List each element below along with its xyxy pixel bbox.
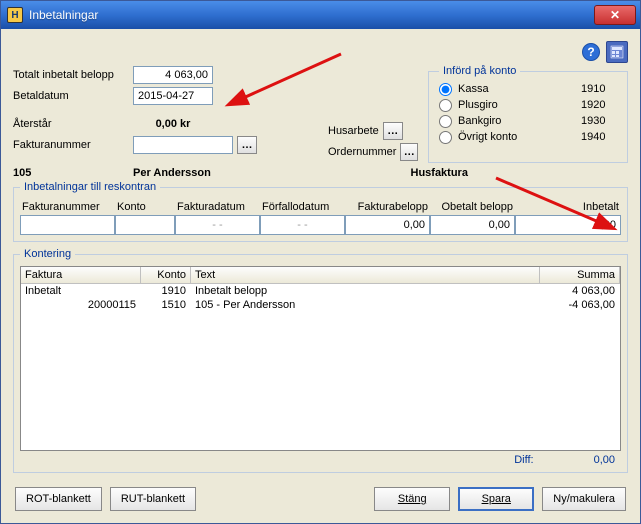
col-fakturabelopp: Fakturabelopp (345, 199, 430, 215)
stang-button[interactable]: Stäng (374, 487, 450, 511)
ordernummer-browse-button[interactable]: … (400, 143, 418, 161)
fakturanummer-field[interactable] (133, 136, 233, 154)
cell-inbetalt[interactable]: 0,00 (515, 215, 621, 235)
kcol-summa[interactable]: Summa (540, 267, 620, 283)
kcol-faktura[interactable]: Faktura (21, 267, 141, 283)
radio-bankgiro[interactable] (439, 115, 452, 128)
husarbete-label: Husarbete (328, 125, 379, 137)
betaldatum-label: Betaldatum (13, 90, 133, 102)
col-inbetalt: Inbetalt (515, 199, 621, 215)
rut-blankett-button[interactable]: RUT-blankett (110, 487, 196, 511)
kcol-konto[interactable]: Konto (141, 267, 191, 283)
selected-type: Husfaktura (351, 167, 629, 179)
cell-konto[interactable] (115, 215, 175, 235)
spara-button[interactable]: Spara (458, 487, 534, 511)
close-button[interactable]: ✕ (594, 5, 636, 25)
cell-forfallodatum[interactable]: - - (260, 215, 345, 235)
col-obetalt: Obetalt belopp (430, 199, 515, 215)
kontering-table[interactable]: Faktura Konto Text Summa Inbetalt 1910 I… (20, 266, 621, 451)
fakturanummer-label: Fakturanummer (13, 139, 133, 151)
table-row[interactable]: Inbetalt 1910 Inbetalt belopp 4 063,00 (21, 284, 620, 298)
help-icon[interactable]: ? (582, 43, 600, 61)
calculator-icon[interactable] (606, 41, 628, 63)
cell-fakturadatum[interactable]: - - (175, 215, 260, 235)
cell-fakturabelopp[interactable]: 0,00 (345, 215, 430, 235)
inbetalningar-reskontran-legend: Inbetalningar till reskontran (20, 181, 160, 193)
rot-blankett-button[interactable]: ROT-blankett (15, 487, 102, 511)
col-konto: Konto (115, 199, 175, 215)
selected-name: Per Andersson (133, 167, 351, 179)
radio-kassa[interactable] (439, 83, 452, 96)
cell-fakturanummer[interactable] (20, 215, 115, 235)
diff-value: 0,00 (594, 454, 615, 466)
radio-ovrigt[interactable] (439, 131, 452, 144)
inford-pa-konto-legend: Införd på konto (439, 65, 520, 77)
inbetalningar-reskontran-group: Inbetalningar till reskontran Fakturanum… (13, 181, 628, 242)
diff-label: Diff: (514, 454, 533, 466)
kontering-legend: Kontering (20, 248, 75, 260)
cell-obetalt[interactable]: 0,00 (430, 215, 515, 235)
selected-id: 105 (13, 167, 133, 179)
betaldatum-field[interactable]: 2015-04-27 (133, 87, 213, 105)
aterstar-value: 0,00 kr (133, 118, 213, 130)
kontering-group: Kontering Faktura Konto Text Summa Inbet… (13, 248, 628, 473)
aterstar-label: Återstår (13, 118, 133, 130)
col-fakturanummer: Fakturanummer (20, 199, 115, 215)
total-inbetalt-label: Totalt inbetalt belopp (13, 69, 133, 81)
fakturanummer-browse-button[interactable]: … (237, 136, 257, 154)
total-inbetalt-field[interactable]: 4 063,00 (133, 66, 213, 84)
col-fakturadatum: Fakturadatum (175, 199, 260, 215)
kcol-text[interactable]: Text (191, 267, 540, 283)
ny-makulera-button[interactable]: Ny/makulera (542, 487, 626, 511)
ordernummer-label: Ordernummer (328, 146, 396, 158)
table-row[interactable]: 20000115 1510 105 - Per Andersson -4 063… (21, 298, 620, 312)
app-icon: H (7, 7, 23, 23)
window-title: Inbetalningar (29, 8, 594, 22)
radio-plusgiro[interactable] (439, 99, 452, 112)
husarbete-browse-button[interactable]: … (383, 122, 403, 140)
col-forfallodatum: Förfallodatum (260, 199, 345, 215)
inford-pa-konto-group: Införd på konto Kassa1910 Plusgiro1920 B… (428, 65, 628, 163)
